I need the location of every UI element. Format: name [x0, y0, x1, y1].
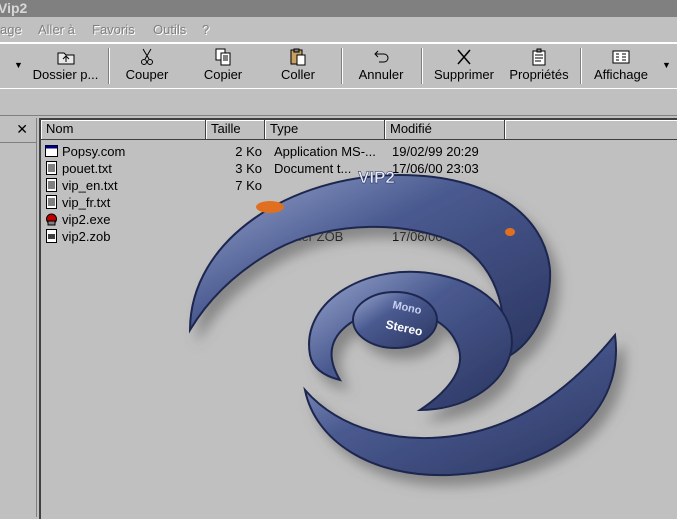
- cut-button[interactable]: Couper: [118, 46, 176, 86]
- column-filler: [505, 120, 677, 140]
- file-row[interactable]: pouet.txt 3 Ko Document t... 17/06/00 23…: [41, 160, 677, 177]
- undo-label: Annuler: [358, 67, 404, 82]
- up-folder-label: Dossier p...: [32, 67, 99, 82]
- exe-file-icon: [46, 213, 57, 226]
- paste-label: Coller: [281, 67, 315, 82]
- column-size-label: Taille: [211, 121, 241, 136]
- copy-button[interactable]: Copier: [196, 46, 250, 86]
- undo-button[interactable]: Annuler: [351, 46, 411, 86]
- properties-button[interactable]: Propriétés: [505, 46, 573, 86]
- up-folder-icon: [57, 52, 74, 65]
- text-file-icon: [46, 178, 57, 192]
- toolbar-separator: [341, 48, 343, 84]
- file-row[interactable]: vip2.exe ...lication 18/06/00 00:1...: [41, 211, 677, 228]
- column-name[interactable]: Nom: [41, 120, 206, 140]
- copy-icon: [215, 48, 231, 66]
- file-row[interactable]: vip_fr.txt 15/06/...: [41, 194, 677, 211]
- msdos-app-icon: [45, 145, 58, 157]
- delete-icon: [457, 49, 471, 65]
- file-name: vip_fr.txt: [62, 195, 111, 210]
- file-type: ...chier ZOB: [274, 229, 344, 244]
- view-dropdown-icon[interactable]: ▼: [662, 60, 671, 70]
- file-size: 7 Ko: [235, 178, 262, 193]
- undo-icon: [374, 50, 389, 63]
- toolbar-separator: [580, 48, 582, 84]
- copy-label: Copier: [203, 67, 243, 82]
- delete-button[interactable]: Supprimer: [430, 46, 498, 86]
- view-label: Affichage: [594, 67, 648, 82]
- cut-label: Couper: [125, 67, 169, 82]
- properties-icon: [532, 48, 546, 66]
- scissors-icon: [141, 48, 153, 65]
- paste-icon: [290, 48, 306, 66]
- file-modified: 17/06/00 21:32: [392, 229, 479, 244]
- delete-label: Supprimer: [434, 67, 494, 82]
- file-modified: 17/06/00 23:03: [392, 161, 479, 176]
- file-name: Popsy.com: [62, 144, 126, 159]
- title-bar: Vip2: [0, 0, 677, 17]
- file-row[interactable]: Popsy.com 2 Ko Application MS-... 19/02/…: [41, 143, 677, 160]
- address-bar[interactable]: [0, 88, 677, 116]
- file-type: Application MS-...: [274, 144, 376, 159]
- file-name: pouet.txt: [62, 161, 112, 176]
- column-name-label: Nom: [46, 121, 74, 136]
- file-name: vip2.exe: [62, 212, 111, 227]
- column-type-label: Type: [270, 121, 299, 136]
- zob-file-icon: [46, 229, 57, 243]
- close-icon[interactable]: ✕: [16, 121, 28, 138]
- window-title: Vip2: [0, 0, 28, 16]
- view-button[interactable]: Affichage: [589, 46, 653, 86]
- menu-go[interactable]: Aller à: [38, 22, 75, 37]
- file-list: Nom Taille Type Modifié Popsy.com 2 Ko A…: [39, 118, 677, 519]
- toolbar: ▼ Dossier p... Couper Copier Coller Annu…: [0, 43, 677, 89]
- column-modified[interactable]: Modifié: [385, 120, 505, 140]
- file-type: Document t...: [274, 161, 352, 176]
- text-file-icon: [46, 195, 57, 209]
- column-size[interactable]: Taille: [206, 120, 265, 140]
- menu-tools[interactable]: Outils: [153, 22, 186, 37]
- toolbar-separator: [421, 48, 423, 84]
- menu-favorites[interactable]: Favoris: [92, 22, 135, 37]
- properties-label: Propriétés: [509, 67, 569, 82]
- toolbar-separator: [108, 48, 110, 84]
- paste-button[interactable]: Coller: [273, 46, 323, 86]
- text-file-icon: [46, 161, 57, 175]
- menu-help[interactable]: ?: [202, 22, 209, 37]
- file-name: vip2.zob: [62, 229, 111, 244]
- menu-bar: age Aller à Favoris Outils ?: [0, 18, 677, 43]
- file-modified: 19/02/99 20:29: [392, 144, 479, 159]
- file-name: vip_en.txt: [62, 178, 118, 193]
- file-row[interactable]: vip2.zob ...chier ZOB 17/06/00 21:32: [41, 228, 677, 245]
- file-size: 2 Ko: [235, 144, 262, 159]
- column-modified-label: Modifié: [390, 121, 432, 136]
- file-modified: 18/06/00 00:1...: [392, 212, 483, 227]
- file-type: ...lication: [274, 212, 326, 227]
- file-row[interactable]: vip_en.txt 7 Ko: [41, 177, 677, 194]
- back-dropdown-icon[interactable]: ▼: [14, 60, 23, 70]
- file-modified: 15/06/...: [392, 195, 439, 210]
- explorer-bar: ✕: [0, 118, 37, 517]
- view-icon: [612, 50, 630, 64]
- up-folder-button[interactable]: Dossier p...: [28, 46, 103, 86]
- file-size: 3 Ko: [235, 161, 262, 176]
- menu-edit[interactable]: age: [0, 22, 22, 37]
- column-type[interactable]: Type: [265, 120, 385, 140]
- explorer-bar-header: ✕: [0, 118, 36, 143]
